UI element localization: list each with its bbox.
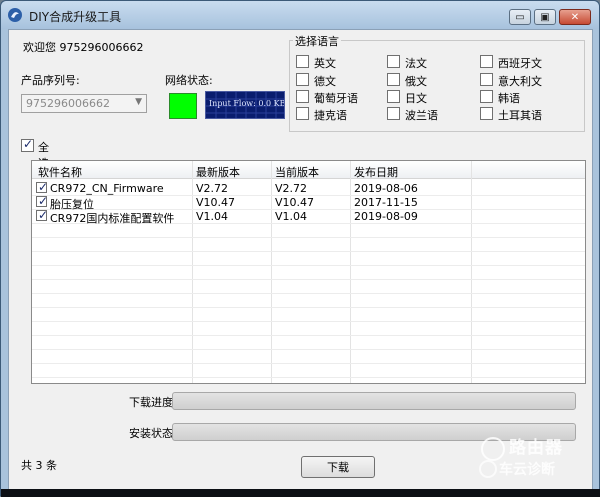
network-flow-text: Input Flow: 0.0 KB/s — [209, 99, 285, 108]
column-header-name[interactable]: 软件名称 — [38, 164, 82, 179]
language-label: 日文 — [405, 92, 427, 105]
cell-latest-version: V2.72 — [196, 182, 229, 195]
select-all-check-icon — [21, 137, 34, 152]
network-status-label: 网络状态: — [165, 74, 213, 87]
watermark-logo-icon — [481, 437, 505, 461]
checkbox-icon — [296, 90, 309, 103]
chevron-down-icon: ▼ — [135, 97, 142, 107]
table-row[interactable]: CR972_CN_Firmware V2.72 V2.72 2019-08-06 — [32, 180, 585, 196]
minimize-icon: ▭ — [515, 11, 525, 23]
minimize-button[interactable]: ▭ — [509, 9, 531, 25]
serial-label: 产品序列号: — [21, 74, 80, 87]
cell-latest-version: V1.04 — [196, 210, 229, 223]
checkbox-icon — [387, 107, 400, 120]
watermark-text-2: 车云诊断 — [499, 462, 555, 478]
cell-release-date: 2017-11-15 — [354, 196, 418, 209]
cell-current-version: V2.72 — [275, 182, 308, 195]
window-title: DIY合成升级工具 — [29, 10, 122, 24]
close-button[interactable]: ✕ — [559, 9, 591, 25]
checkbox-icon — [296, 73, 309, 86]
cell-release-date: 2019-08-09 — [354, 210, 418, 223]
serial-value: 975296006662 — [26, 97, 110, 110]
row-checkbox[interactable] — [36, 208, 48, 222]
column-header-current[interactable]: 当前版本 — [275, 164, 319, 179]
network-flow-meter: Input Flow: 0.0 KB/s — [205, 91, 285, 119]
row-checkbox[interactable] — [36, 194, 48, 208]
row-checkbox[interactable] — [36, 180, 48, 194]
checkbox-icon — [387, 90, 400, 103]
close-icon: ✕ — [570, 11, 580, 23]
table-header: 软件名称 最新版本 当前版本 发布日期 — [32, 161, 585, 179]
language-label: 韩语 — [498, 92, 520, 105]
column-header-date[interactable]: 发布日期 — [354, 164, 398, 179]
language-label: 捷克语 — [314, 109, 347, 122]
checkbox-icon — [480, 73, 493, 86]
cell-current-version: V10.47 — [275, 196, 315, 209]
cell-latest-version: V10.47 — [196, 196, 236, 209]
language-label: 法文 — [405, 57, 427, 70]
table-row[interactable]: CR972国内标准配置软件 V1.04 V1.04 2019-08-09 — [32, 208, 585, 225]
maximize-button[interactable]: ▣ — [534, 9, 556, 25]
cell-current-version: V1.04 — [275, 210, 308, 223]
language-label: 西班牙文 — [498, 57, 542, 70]
checkbox-icon — [387, 55, 400, 68]
checkbox-icon — [480, 55, 493, 68]
install-status-label: 安装状态 — [129, 427, 173, 440]
language-label: 意大利文 — [498, 75, 542, 88]
watermark-text-1: 路由器 — [509, 438, 563, 458]
app-logo-icon — [8, 8, 22, 22]
cell-name: 胎压复位 — [50, 198, 94, 211]
language-label: 波兰语 — [405, 109, 438, 122]
cell-release-date: 2019-08-06 — [354, 182, 418, 195]
network-status-indicator — [169, 93, 197, 119]
software-table: 软件名称 最新版本 当前版本 发布日期 CR972_CN_Firmware V2.… — [31, 160, 586, 384]
cell-name: CR972国内标准配置软件 — [50, 212, 175, 225]
download-button[interactable]: 下载 — [301, 456, 375, 478]
maximize-icon: ▣ — [540, 11, 550, 23]
download-progress-label: 下载进度 — [129, 396, 173, 409]
serial-select[interactable]: 975296006662 ▼ — [21, 94, 147, 113]
main-panel: 欢迎您 975296006662 产品序列号: 网络状态: 9752960066… — [8, 29, 593, 491]
table-row[interactable]: 胎压复位 V10.47 V10.47 2017-11-15 — [32, 194, 585, 211]
title-bar[interactable]: DIY合成升级工具 ▭ ▣ ✕ — [1, 1, 599, 29]
record-count: 共 3 条 — [21, 459, 57, 472]
watermark-chat-icon — [479, 460, 497, 478]
column-header-latest[interactable]: 最新版本 — [196, 164, 240, 179]
checkbox-icon — [296, 107, 309, 120]
checkbox-icon — [387, 73, 400, 86]
language-label: 德文 — [314, 75, 336, 88]
checkbox-icon — [296, 55, 309, 68]
app-window: DIY合成升级工具 ▭ ▣ ✕ 欢迎您 975296006662 产品序列号: … — [0, 0, 600, 497]
welcome-text: 欢迎您 975296006662 — [23, 41, 144, 54]
language-label: 葡萄牙语 — [314, 92, 358, 105]
language-group-title: 选择语言 — [293, 33, 341, 49]
download-progress-bar — [172, 392, 576, 410]
watermark: 路由器 车云诊断 — [479, 433, 597, 489]
language-label: 俄文 — [405, 75, 427, 88]
checkbox-icon — [480, 107, 493, 120]
checkbox-icon — [480, 90, 493, 103]
download-button-label: 下载 — [327, 461, 349, 474]
language-label: 土耳其语 — [498, 109, 542, 122]
cell-name: CR972_CN_Firmware — [50, 182, 164, 195]
language-label: 英文 — [314, 57, 336, 70]
